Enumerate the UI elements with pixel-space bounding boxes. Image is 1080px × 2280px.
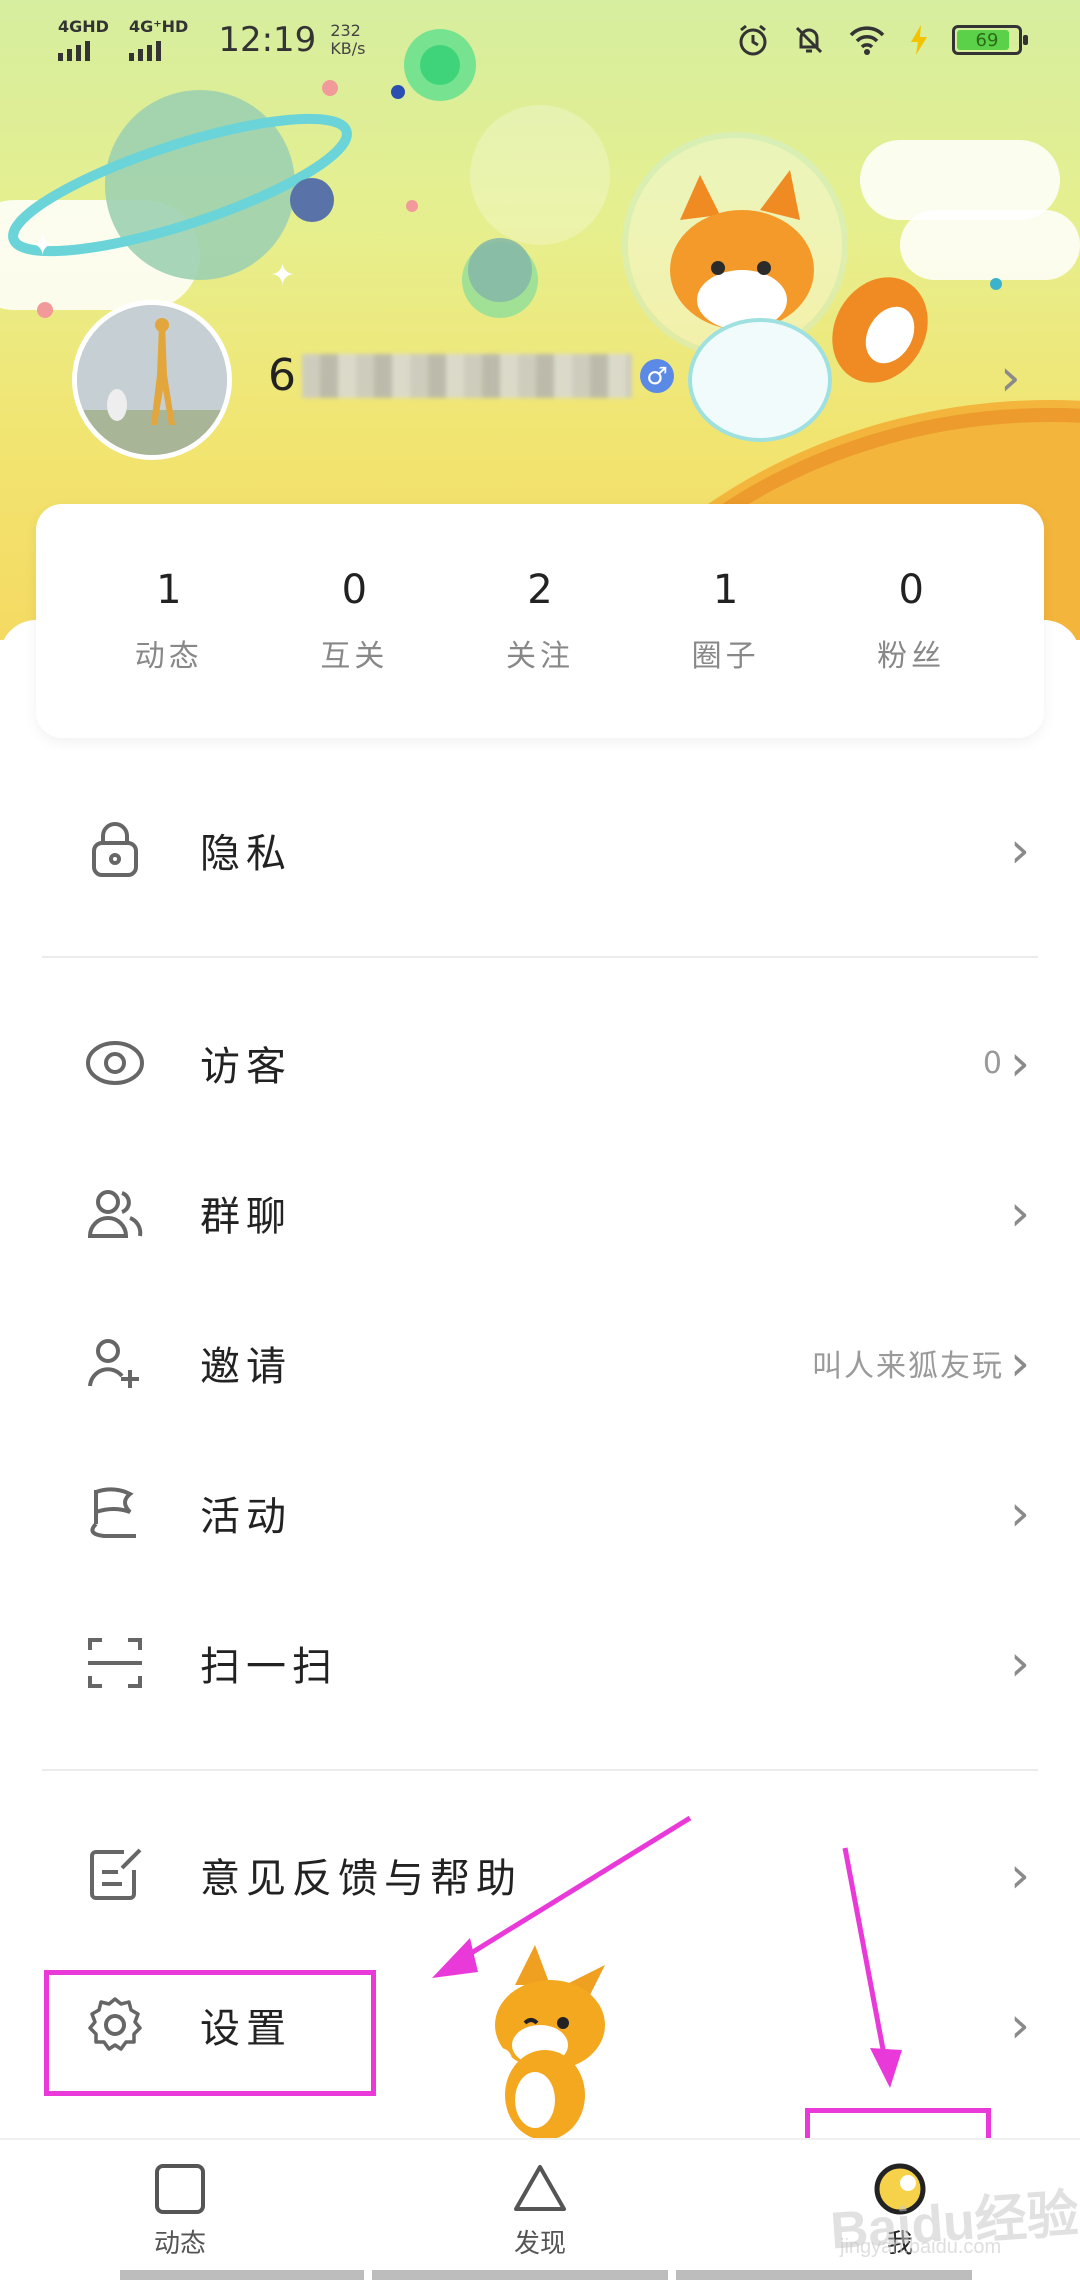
- chevron-right-icon: ›: [1010, 1334, 1030, 1392]
- scan-icon: [84, 1632, 146, 1694]
- nav-label: 发现: [513, 2228, 566, 2259]
- fox-mascot-illustration: [488, 1945, 605, 2140]
- menu-item-group-chat[interactable]: 群聊 ›: [0, 1138, 1080, 1288]
- stat-following[interactable]: 2 关注: [460, 567, 620, 675]
- network-speed-unit: KB/s: [330, 39, 366, 58]
- network-speed: 232 KB/s: [330, 22, 365, 57]
- chevron-right-icon: ›: [1010, 1996, 1030, 2054]
- stat-value: 0: [341, 567, 368, 613]
- signal-bars-icon: [58, 41, 90, 61]
- flag-icon: [84, 1482, 146, 1544]
- edit-note-icon: [84, 1844, 146, 1906]
- nav-indicator: [372, 2270, 668, 2280]
- stat-value: 1: [156, 567, 182, 613]
- divider: [42, 956, 1038, 958]
- male-icon: ♂: [640, 358, 674, 393]
- nav-tab-discover[interactable]: 发现: [360, 2140, 720, 2280]
- chevron-right-icon: ›: [1010, 821, 1030, 879]
- alarm-icon: [739, 24, 767, 56]
- nav-tab-posts[interactable]: 动态: [0, 2140, 360, 2280]
- stat-value: 0: [898, 567, 924, 613]
- stat-value: 2: [527, 567, 553, 613]
- menu-label: 访客: [200, 1044, 292, 1090]
- chevron-right-icon: ›: [1010, 1484, 1030, 1542]
- chevron-right-icon: ›: [1010, 1034, 1030, 1092]
- chevron-right-icon: ›: [1010, 1634, 1030, 1692]
- status-bar: 4GHD 4G⁺HD 12:19 232 KB/s 69: [0, 0, 1080, 80]
- stat-label: 动态: [134, 639, 203, 674]
- watermark-url: jingyan.baidu.com: [840, 2236, 1002, 2258]
- menu-item-visitors[interactable]: 访客 0 ›: [0, 988, 1080, 1138]
- svg-text:✦: ✦: [270, 258, 295, 293]
- stat-fans[interactable]: 0 粉丝: [831, 567, 991, 675]
- network-type-label: 4G⁺HD: [128, 17, 189, 36]
- clock: 12:19: [218, 20, 317, 60]
- signal-indicator-1: 4GHD: [58, 19, 109, 61]
- menu-label: 意见反馈与帮助: [200, 1856, 522, 1902]
- visitor-count: 0: [982, 1045, 1004, 1081]
- menu-label: 群聊: [200, 1194, 292, 1240]
- wifi-icon: [849, 26, 885, 55]
- charging-bolt-icon: [911, 25, 927, 55]
- nav-indicator: [676, 2270, 972, 2280]
- menu-item-scan[interactable]: 扫一扫 ›: [0, 1588, 1080, 1738]
- menu-label: 隐私: [200, 831, 292, 877]
- invite-hint: 叫人来狐友玩: [812, 1349, 1004, 1384]
- chevron-right-icon: ›: [1010, 1846, 1030, 1904]
- battery-level: 69: [975, 29, 999, 51]
- menu-item-feedback[interactable]: 意见反馈与帮助 ›: [0, 1800, 1080, 1950]
- square-icon: [155, 2163, 205, 2214]
- username-redacted: [302, 353, 632, 398]
- signal-bars-icon: [128, 41, 161, 61]
- eye-icon: [84, 1032, 146, 1094]
- group-icon: [84, 1182, 146, 1244]
- username[interactable]: 6 ♂: [268, 350, 674, 401]
- mute-bell-icon: [795, 26, 823, 54]
- stats-card: 1 动态 0 互关 2 关注 1 圈子 0 粉丝: [36, 504, 1044, 738]
- stat-mutual[interactable]: 0 互关: [274, 567, 434, 675]
- stat-posts[interactable]: 1 动态: [89, 567, 249, 675]
- username-text: 6: [268, 350, 296, 401]
- menu-item-invite[interactable]: 邀请 叫人来狐友玩 ›: [0, 1288, 1080, 1438]
- lock-icon: [84, 819, 146, 881]
- avatar[interactable]: [72, 300, 232, 460]
- menu-item-activity[interactable]: 活动 ›: [0, 1438, 1080, 1588]
- network-type-label: 4GHD: [58, 17, 109, 36]
- chevron-right-icon: ›: [1010, 1184, 1030, 1242]
- profile-chevron-right-icon[interactable]: ›: [1000, 348, 1021, 408]
- stat-label: 互关: [320, 639, 389, 674]
- menu-item-privacy[interactable]: 隐私 ›: [0, 775, 1080, 925]
- stat-value: 1: [712, 567, 739, 613]
- svg-text:✦: ✦: [30, 228, 55, 263]
- triangle-icon: [514, 2164, 566, 2211]
- settings-highlight-box: [44, 1970, 376, 2096]
- stat-label: 粉丝: [877, 639, 946, 674]
- signal-indicator-2: 4G⁺HD: [128, 17, 189, 61]
- add-user-icon: [84, 1332, 146, 1394]
- nav-indicator: [120, 2270, 364, 2280]
- menu-label: 扫一扫: [200, 1644, 338, 1690]
- network-speed-value: 232: [330, 21, 361, 41]
- stat-label: 圈子: [691, 639, 760, 674]
- nav-label: 动态: [153, 2228, 206, 2259]
- menu-label: 活动: [200, 1494, 292, 1540]
- divider: [42, 1769, 1038, 1771]
- stat-label: 关注: [505, 639, 574, 674]
- giraffe-avatar-image: [77, 305, 227, 455]
- stat-circles[interactable]: 1 圈子: [646, 567, 806, 675]
- battery-icon: 69: [952, 25, 1028, 55]
- menu-label: 邀请: [200, 1344, 292, 1390]
